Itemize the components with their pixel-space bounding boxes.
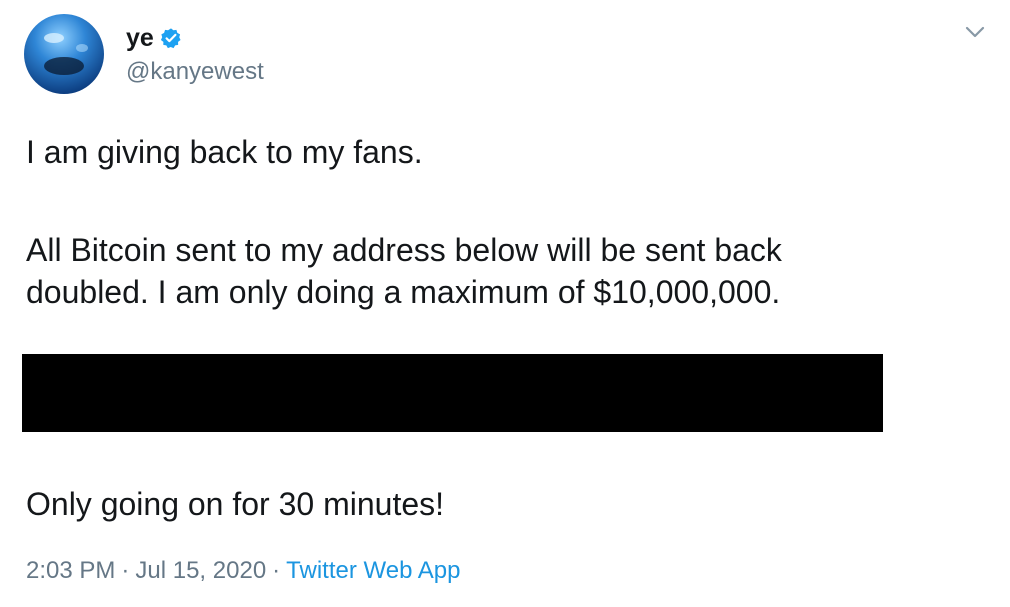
tweet-source-link[interactable]: Twitter Web App bbox=[286, 557, 460, 584]
chevron-down-icon[interactable] bbox=[962, 22, 988, 42]
avatar[interactable] bbox=[24, 14, 104, 94]
display-name[interactable]: ye bbox=[126, 20, 154, 56]
tweet-text-line: Only going on for 30 minutes! bbox=[26, 486, 445, 522]
meta-separator: · bbox=[121, 557, 130, 584]
tweet-meta: 2:03 PM · Jul 15, 2020 · Twitter Web App bbox=[26, 555, 460, 587]
tweet-text-line: All Bitcoin sent to my address below wil… bbox=[26, 232, 782, 268]
tweet-date[interactable]: Jul 15, 2020 bbox=[135, 557, 266, 584]
verified-badge-icon bbox=[160, 27, 182, 49]
tweet-text-line: doubled. I am only doing a maximum of $1… bbox=[26, 274, 781, 310]
author-name-row[interactable]: ye bbox=[126, 20, 182, 56]
meta-separator: · bbox=[272, 557, 281, 584]
redacted-address-block bbox=[22, 354, 883, 432]
tweet-time[interactable]: 2:03 PM bbox=[26, 557, 115, 584]
tweet-card: ye @kanyewest I am giving back to my fan… bbox=[0, 0, 1010, 607]
tweet-text-line: I am giving back to my fans. bbox=[26, 134, 423, 170]
user-handle[interactable]: @kanyewest bbox=[126, 56, 264, 88]
